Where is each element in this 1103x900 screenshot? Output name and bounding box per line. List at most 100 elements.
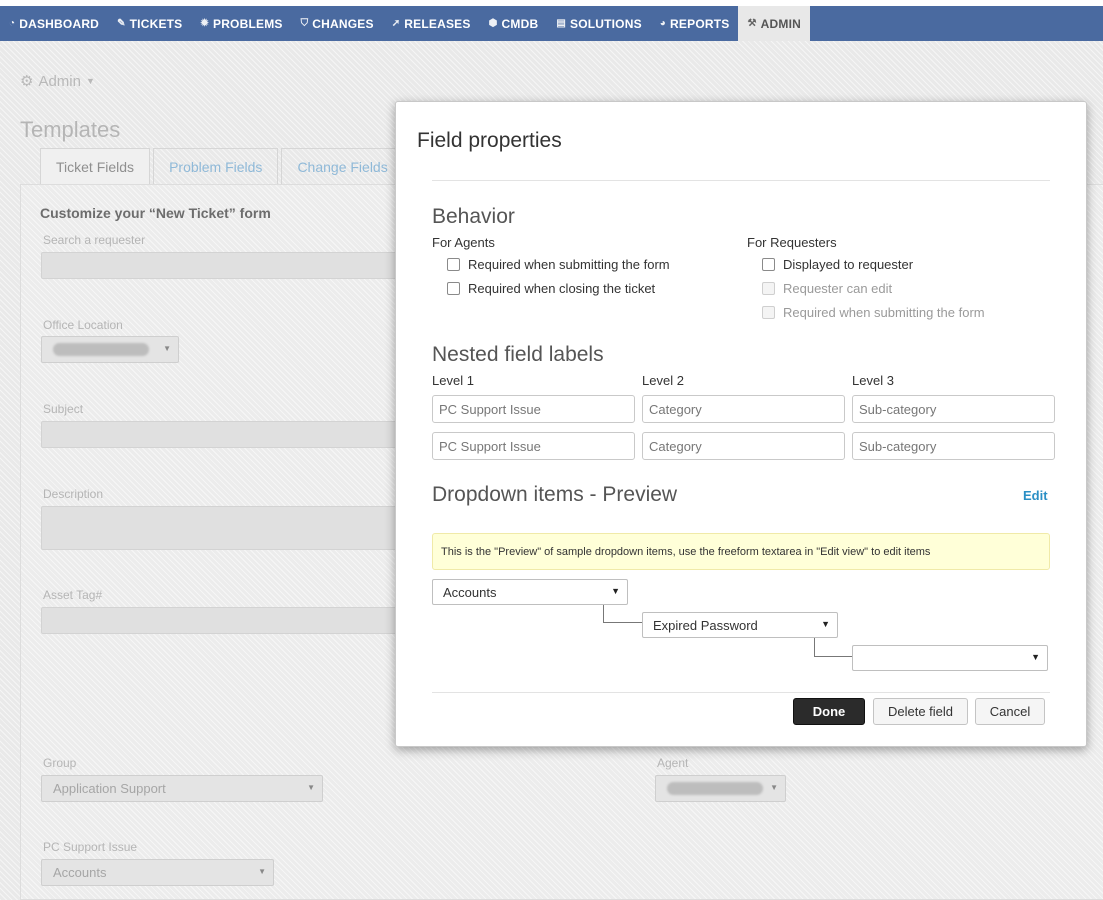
- nav-problems[interactable]: ✹ PROBLEMS: [191, 6, 291, 41]
- nav-label: REPORTS: [670, 16, 730, 31]
- caret-down-icon: ▼: [770, 783, 778, 792]
- select-value: Expired Password: [653, 617, 758, 633]
- tab-ticket-fields[interactable]: Ticket Fields: [40, 148, 151, 184]
- nav-reports[interactable]: ◕ REPORTS: [651, 6, 739, 41]
- nav-solutions[interactable]: ▤ SOLUTIONS: [547, 6, 650, 41]
- checkbox-label: Required when submitting the form: [468, 257, 670, 272]
- caret-down-icon: ▼: [1031, 652, 1040, 662]
- template-tabs: Ticket Fields Problem Fields Change Fiel…: [40, 148, 407, 184]
- field-label: Group: [43, 756, 77, 770]
- checkbox-box: [447, 258, 460, 271]
- checkbox-box: [762, 306, 775, 319]
- checkbox-label: Displayed to requester: [783, 257, 914, 272]
- bug-icon: ✹: [200, 18, 209, 29]
- tools-icon: ⚒: [747, 18, 757, 29]
- nav-label: CHANGES: [312, 16, 374, 31]
- for-requesters-label: For Requesters: [747, 235, 837, 250]
- nav-label: RELEASES: [404, 16, 471, 31]
- nav-cmdb[interactable]: ⬢ CMDB: [480, 6, 548, 41]
- caret-down-icon: ▼: [821, 619, 830, 629]
- nav-label: SOLUTIONS: [569, 16, 642, 31]
- done-button[interactable]: Done: [793, 698, 865, 725]
- book-icon: ▤: [556, 18, 566, 29]
- caret-down-icon: ▼: [307, 783, 315, 792]
- subject-field[interactable]: [41, 421, 401, 448]
- checkbox-box: [762, 282, 775, 295]
- cube-icon: ⬢: [488, 18, 498, 29]
- page-title: Templates: [20, 117, 121, 142]
- level-1-input[interactable]: [432, 395, 635, 423]
- admin-label: Admin: [38, 72, 81, 90]
- preview-level-2-select[interactable]: Expired Password ▼: [642, 612, 838, 638]
- form-heading: Customize your “New Ticket” form: [40, 205, 271, 221]
- pie-icon: ◕: [659, 18, 667, 29]
- field-label: Subject: [43, 402, 84, 416]
- agent-required-submit-checkbox[interactable]: Required when submitting the form: [447, 257, 670, 272]
- tab-problem-fields[interactable]: Problem Fields: [153, 148, 279, 184]
- delete-field-button[interactable]: Delete field: [873, 698, 968, 725]
- level-3-input[interactable]: [852, 432, 1055, 460]
- edit-link[interactable]: Edit: [1023, 488, 1048, 503]
- tree-connector: [603, 605, 642, 623]
- level-2-input[interactable]: [642, 432, 845, 460]
- nav-changes[interactable]: ⛉ CHANGES: [292, 6, 383, 41]
- select-value: Accounts: [443, 584, 497, 600]
- nav-tickets[interactable]: ✎ TICKETS: [108, 6, 191, 41]
- divider: [432, 692, 1050, 693]
- nested-labels-heading: Nested field labels: [432, 343, 604, 366]
- preview-heading: Dropdown items - Preview: [432, 483, 678, 506]
- field-label: Agent: [657, 756, 689, 770]
- level-1-label: Level 1: [432, 373, 474, 388]
- requester-can-edit-checkbox: Requester can edit: [762, 281, 892, 296]
- checkbox-box: [447, 282, 460, 295]
- field-label: Office Location: [43, 318, 123, 332]
- dashboard-icon: ◔: [9, 18, 16, 29]
- displayed-to-requester-checkbox[interactable]: Displayed to requester: [762, 257, 913, 272]
- pc-support-value: Accounts: [53, 865, 107, 880]
- caret-down-icon: ▼: [611, 586, 620, 596]
- office-location-select[interactable]: ▼: [41, 336, 179, 363]
- checkbox-label: Requester can edit: [783, 281, 893, 296]
- group-value: Application Support: [53, 781, 166, 796]
- field-properties-modal: Field properties Behavior For Agents Req…: [395, 101, 1087, 747]
- agent-select[interactable]: ▼: [655, 775, 786, 802]
- nav-releases[interactable]: ➚ RELEASES: [383, 6, 480, 41]
- nav-label: DASHBOARD: [19, 16, 100, 31]
- tab-change-fields[interactable]: Change Fields: [281, 148, 404, 184]
- nav-dashboard[interactable]: ◔ DASHBOARD: [0, 6, 108, 41]
- caret-down-icon: ▼: [163, 344, 171, 353]
- requester-required-submit-checkbox: Required when submitting the form: [762, 305, 985, 320]
- shield-icon: ⛉: [300, 18, 309, 29]
- gear-icon: ⚙: [20, 73, 34, 90]
- preview-level-3-select[interactable]: ▼: [852, 645, 1048, 671]
- description-field[interactable]: [41, 506, 401, 550]
- preview-note: This is the "Preview" of sample dropdown…: [432, 533, 1050, 570]
- checkbox-label: Required when submitting the form: [783, 305, 985, 320]
- preview-level-1-select[interactable]: Accounts ▼: [432, 579, 628, 605]
- agent-required-close-checkbox[interactable]: Required when closing the ticket: [447, 281, 655, 296]
- field-label: PC Support Issue: [43, 840, 138, 854]
- caret-down-icon: ▼: [85, 76, 95, 86]
- modal-title: Field properties: [417, 129, 562, 152]
- checkbox-box: [762, 258, 775, 271]
- redacted-value: [53, 343, 149, 356]
- asset-tag-field[interactable]: [41, 607, 401, 634]
- field-label: Description: [43, 487, 104, 501]
- pc-support-select[interactable]: Accounts ▼: [41, 859, 274, 886]
- requester-field[interactable]: [41, 252, 401, 279]
- level-3-input[interactable]: [852, 395, 1055, 423]
- level-1-input[interactable]: [432, 432, 635, 460]
- group-select[interactable]: Application Support ▼: [41, 775, 323, 802]
- nav-admin[interactable]: ⚒ ADMIN: [738, 6, 810, 41]
- field-label: Search a requester: [43, 233, 146, 247]
- behavior-heading: Behavior: [432, 205, 515, 228]
- admin-menu[interactable]: ⚙ Admin ▼: [20, 72, 95, 91]
- rocket-icon: ➚: [391, 18, 401, 29]
- level-2-input[interactable]: [642, 395, 845, 423]
- level-2-label: Level 2: [642, 373, 684, 388]
- main-navbar: ◔ DASHBOARD ✎ TICKETS ✹ PROBLEMS ⛉ CHANGES ➚…: [0, 6, 1103, 41]
- tree-connector: [814, 638, 852, 657]
- cancel-button[interactable]: Cancel: [975, 698, 1045, 725]
- nav-label: PROBLEMS: [212, 16, 283, 31]
- field-label: Asset Tag#: [43, 588, 103, 602]
